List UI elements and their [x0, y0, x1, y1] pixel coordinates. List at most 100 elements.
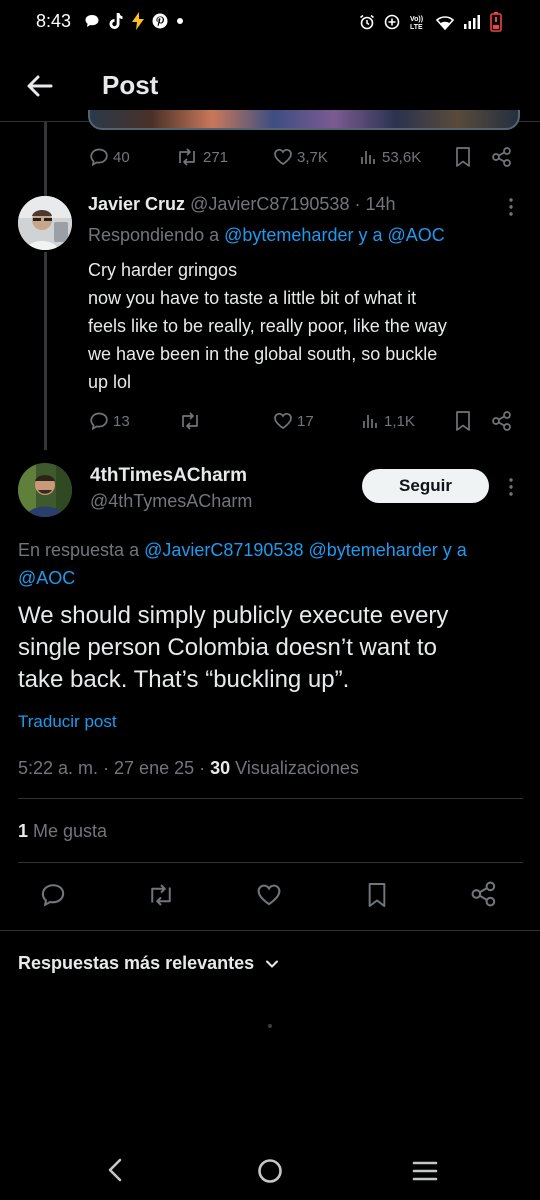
reply-actions: 13 17 1,1K	[0, 408, 540, 434]
post-meta: 5:22 a. m. · 27 ene 25 · 30 Visualizacio…	[18, 758, 359, 779]
repost-button[interactable]: 271	[175, 147, 228, 167]
reply-text-line: we have been in the global south, so buc…	[88, 344, 438, 364]
more-options-button[interactable]	[504, 476, 518, 498]
battery-icon	[490, 12, 502, 32]
reply-author-handle[interactable]: @JavierC87190538	[190, 194, 349, 214]
bookmark-button[interactable]	[366, 880, 388, 910]
follow-button[interactable]: Seguir	[362, 469, 489, 503]
share-icon	[471, 881, 496, 907]
repost-button[interactable]	[178, 411, 202, 431]
like-button[interactable]: 17	[273, 411, 314, 431]
views-button[interactable]: 1,1K	[362, 412, 415, 430]
in-reply-to-prefix: En respuesta a	[18, 540, 140, 560]
post-text: We should simply publicly execute every …	[18, 600, 528, 696]
chat-bubble-icon	[85, 15, 99, 27]
bolt-icon	[132, 12, 144, 30]
bookmark-button[interactable]	[454, 146, 472, 168]
like-button[interactable]: 3,7K	[273, 147, 328, 167]
more-vertical-icon	[509, 478, 513, 496]
parent-post-media[interactable]	[88, 110, 520, 130]
reply-header: Javier Cruz @JavierC87190538 · 14h	[88, 194, 396, 215]
more-vertical-icon	[509, 198, 513, 216]
views-button[interactable]: 53,6K	[360, 148, 421, 166]
post-author-handle[interactable]: @4thTymesACharm	[90, 491, 252, 512]
heart-icon	[257, 884, 281, 906]
bookmark-icon	[368, 883, 386, 907]
nav-back-button[interactable]	[106, 1158, 124, 1182]
like-count: 3,7K	[297, 148, 328, 166]
status-left-icons	[84, 12, 184, 30]
repost-icon	[179, 148, 195, 166]
likes-summary[interactable]: 1 Me gusta	[18, 821, 107, 842]
likes-label: Me gusta	[28, 821, 108, 841]
in-reply-to-users-link[interactable]: @JavierC87190538 @bytemeharder y a	[144, 540, 467, 560]
share-icon	[492, 147, 511, 167]
reply-icon	[41, 884, 65, 907]
dot-icon	[177, 18, 183, 24]
in-reply-to: En respuesta a @JavierC87190538 @bytemeh…	[18, 536, 467, 592]
reply-button[interactable]: 40	[89, 147, 130, 167]
replying-to: Respondiendo a @bytemeharder y a @AOC	[88, 225, 445, 246]
tiktok-icon	[109, 13, 123, 29]
chevron-down-icon	[266, 960, 279, 968]
more-options-button[interactable]	[504, 196, 518, 218]
reply-button[interactable]: 13	[89, 411, 130, 431]
share-button[interactable]	[491, 146, 513, 168]
pinterest-icon	[152, 13, 168, 29]
reply-text-line: now you have to taste a little bit of wh…	[88, 288, 417, 308]
likes-count: 1	[18, 821, 29, 841]
status-right-icons: Vo)) LTE	[359, 12, 502, 32]
heart-icon	[274, 148, 292, 166]
home-circle-icon	[258, 1159, 282, 1183]
divider	[18, 798, 523, 799]
bookmark-button[interactable]	[454, 410, 472, 432]
svg-text:Vo)): Vo))	[410, 16, 423, 23]
like-count: 17	[297, 412, 314, 430]
bookmark-icon	[456, 411, 470, 431]
arrow-left-icon	[27, 75, 53, 97]
reply-text: Cry harder gringos now you have to taste…	[88, 256, 528, 396]
svg-text:LTE: LTE	[410, 24, 423, 30]
translate-post-link[interactable]: Traducir post	[18, 712, 117, 732]
replies-sort-dropdown[interactable]: Respuestas más relevantes	[18, 953, 280, 974]
nav-home-button[interactable]	[257, 1158, 283, 1184]
post-author-name[interactable]: 4thTimesACharm	[90, 465, 247, 487]
bar-chart-icon	[363, 415, 377, 428]
post-text-line: single person Colombia doesn’t want to	[18, 634, 437, 661]
nav-recents-button[interactable]	[412, 1160, 438, 1182]
post-timestamp: 5:22 a. m. · 27 ene 25 ·	[18, 758, 211, 778]
views-count: 53,6K	[382, 148, 422, 166]
reply-text-line: feels like to be really, really poor, li…	[88, 316, 447, 336]
views-count[interactable]: 30	[210, 758, 230, 778]
reply-button[interactable]	[40, 882, 66, 908]
like-button[interactable]	[256, 882, 282, 908]
loading-indicator	[268, 1024, 272, 1028]
post-text-line: We should simply publicly execute every	[18, 602, 449, 629]
parent-post-actions: 40 271 3,7K 53,6K	[0, 144, 540, 170]
chevron-left-icon	[108, 1158, 122, 1182]
add-circle-icon	[384, 14, 400, 30]
status-bar: 8:43 Vo)) LTE	[0, 0, 540, 46]
avatar[interactable]	[18, 463, 72, 517]
repost-icon	[182, 412, 198, 430]
avatar[interactable]	[18, 196, 72, 250]
replies-sort-label: Respuestas más relevantes	[18, 953, 255, 973]
back-button[interactable]	[24, 70, 56, 102]
in-reply-to-users-link[interactable]: @AOC	[18, 564, 467, 592]
replying-users-link[interactable]: @bytemeharder y a @AOC	[224, 225, 445, 245]
wifi-icon	[436, 15, 454, 30]
reply-text-line: up lol	[88, 372, 132, 392]
share-icon	[492, 411, 511, 431]
repost-button[interactable]	[146, 882, 176, 908]
post-text-line: take back. That’s “buckling up”.	[18, 666, 350, 693]
reply-author-name[interactable]: Javier Cruz	[88, 194, 185, 214]
share-button[interactable]	[491, 410, 513, 432]
repost-icon	[151, 884, 171, 906]
replying-prefix: Respondiendo a	[88, 225, 220, 245]
views-label: Visualizaciones	[230, 758, 359, 778]
share-button[interactable]	[470, 880, 498, 908]
menu-icon	[412, 1161, 438, 1181]
reply-time: · 14h	[354, 194, 396, 214]
bookmark-icon	[456, 147, 470, 167]
divider	[18, 862, 523, 863]
